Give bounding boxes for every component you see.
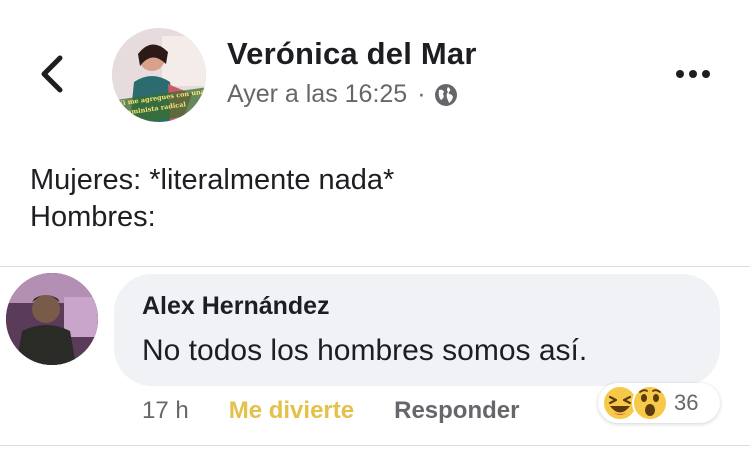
meta-separator: · [417, 80, 426, 108]
more-dot-icon [676, 70, 684, 78]
comment-actions: 17 h Me divierte Responder [142, 397, 519, 425]
post-page: Ni me agregues con una feminista radical… [0, 0, 750, 449]
commenter-avatar[interactable] [6, 273, 98, 365]
more-options-button[interactable] [668, 56, 718, 92]
comment-author-name[interactable]: Alex Hernández [142, 292, 330, 321]
reply-button[interactable]: Responder [394, 397, 519, 425]
post-meta: Ayer a las 16:25 · [227, 80, 458, 109]
comment-bubble [114, 274, 720, 386]
post-text-line: Hombres: [30, 201, 156, 233]
more-dot-icon [689, 70, 697, 78]
divider [0, 266, 750, 267]
react-button[interactable]: Me divierte [229, 397, 354, 425]
back-button[interactable] [30, 52, 74, 96]
post-author-name[interactable]: Verónica del Mar [227, 36, 477, 72]
post-text-line: Mujeres: *literalmente nada* [30, 164, 395, 196]
chevron-left-icon [41, 55, 63, 93]
post-text: Mujeres: *literalmente nada* Hombres: [30, 162, 394, 236]
comment-text: No todos los hombres somos así. [142, 334, 588, 367]
comment-time[interactable]: 17 h [142, 397, 189, 425]
author-avatar[interactable]: Ni me agregues con una feminista radical [112, 28, 206, 122]
commenter-photo [6, 273, 98, 365]
more-dot-icon [702, 70, 710, 78]
author-photo: Ni me agregues con una feminista radical [112, 28, 206, 122]
globe-icon [434, 83, 457, 106]
divider [0, 445, 750, 446]
reactions-summary[interactable]: 36 [598, 383, 720, 423]
reaction-count: 36 [674, 390, 699, 415]
wow-emoji-icon [632, 385, 668, 421]
post-timestamp[interactable]: Ayer a las 16:25 [227, 80, 407, 109]
